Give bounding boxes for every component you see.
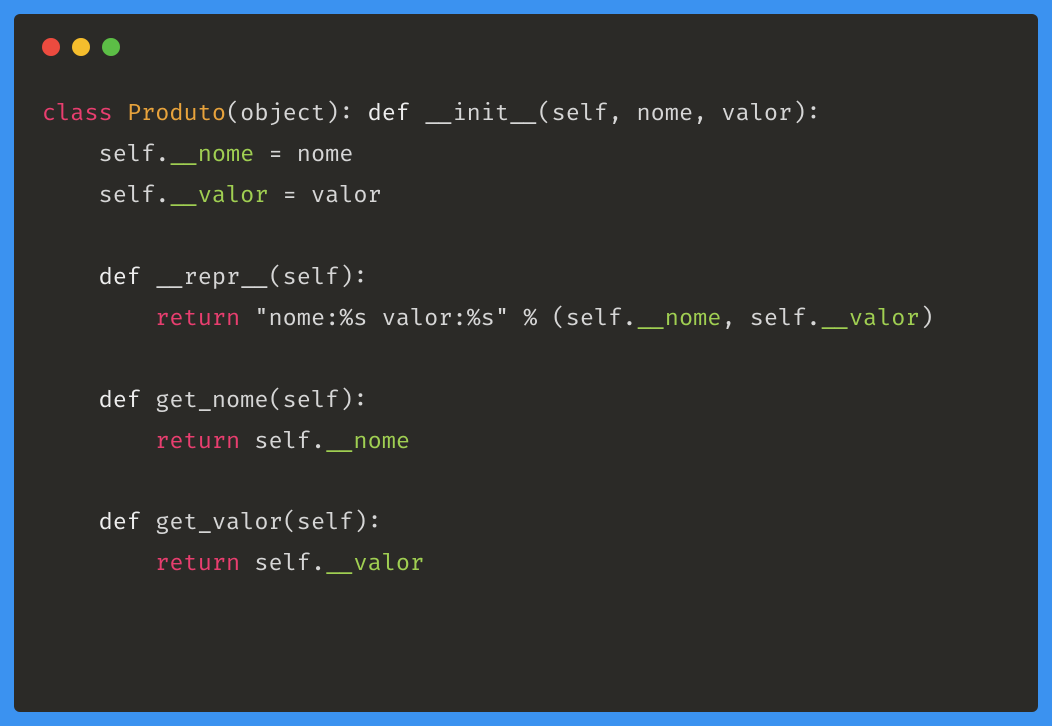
code-text: = nome [254,141,353,169]
code-text: , self. [721,305,820,333]
code-window: class Produto(object): def __init__(self… [14,14,1038,712]
code-text: (self, nome, valor): [537,100,820,128]
keyword-class: class [42,100,113,128]
code-text [42,387,99,415]
method-name: __init__ [424,100,537,128]
code-text: = valor [268,182,381,210]
keyword-def: def [99,387,141,415]
code-text: self. [42,141,169,169]
code-text [141,264,155,292]
keyword-return: return [155,428,240,456]
code-block: class Produto(object): def __init__(self… [42,94,1010,585]
attr-name: __valor [325,550,424,578]
attr-name: __valor [169,182,268,210]
keyword-def: def [99,509,141,537]
code-text: self. [42,182,169,210]
class-name: Produto [127,100,226,128]
maximize-icon[interactable] [102,38,120,56]
attr-name: __nome [169,141,254,169]
code-text: % (self. [509,305,636,333]
code-text: ) [920,305,934,333]
code-text [410,100,424,128]
code-text [42,264,99,292]
code-text [42,305,155,333]
keyword-return: return [155,550,240,578]
keyword-return: return [155,305,240,333]
code-text [240,305,254,333]
window-controls [42,38,1010,56]
method-name: __repr__ [155,264,268,292]
code-text: get_nome(self): [141,387,367,415]
code-text: (self): [268,264,367,292]
keyword-def: def [99,264,141,292]
attr-name: __nome [325,428,410,456]
close-icon[interactable] [42,38,60,56]
code-text: self. [240,428,325,456]
minimize-icon[interactable] [72,38,90,56]
keyword-def: def [368,100,410,128]
code-text: (object): [226,100,368,128]
attr-name: __valor [821,305,920,333]
code-text [42,509,99,537]
string-literal: "nome:%s valor:%s" [254,305,509,333]
code-text [42,550,155,578]
attr-name: __nome [637,305,722,333]
code-text: get_valor(self): [141,509,382,537]
code-text: self. [240,550,325,578]
code-text [42,428,155,456]
